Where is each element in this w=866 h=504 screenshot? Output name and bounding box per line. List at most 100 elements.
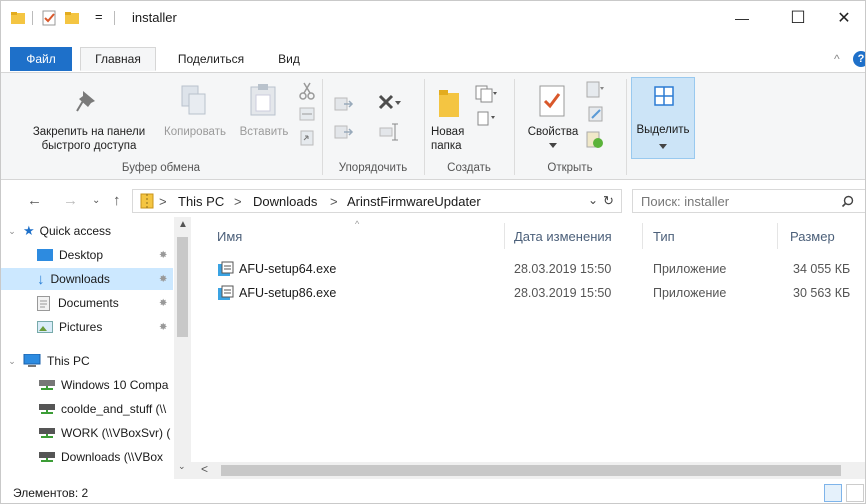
copy-icon[interactable] <box>181 85 207 117</box>
nav-item-quick-access[interactable]: ⌄ ★ Quick access <box>1 220 173 242</box>
nav-pane-scrollbar[interactable]: ▲ ⌄ <box>174 217 191 479</box>
tab-share[interactable]: Поделиться <box>167 47 255 71</box>
nav-item-downloads[interactable]: ↓ Downloads ✸ <box>1 268 173 290</box>
tab-home[interactable]: Главная <box>80 47 156 71</box>
rename-icon[interactable] <box>379 123 399 141</box>
pin-icon[interactable] <box>75 87 101 113</box>
tab-view[interactable]: Вид <box>269 47 309 71</box>
network-drive-icon <box>39 380 55 390</box>
file-row[interactable]: AFU-setup86.exe 28.03.2019 15:50 Приложе… <box>215 283 865 305</box>
edit-icon[interactable] <box>588 106 604 122</box>
pin-quick-access-button[interactable]: Закрепить на панели быстрого доступа <box>21 125 157 153</box>
close-button[interactable]: ✕ <box>821 1 865 35</box>
column-divider[interactable] <box>642 223 643 249</box>
file-name[interactable]: AFU-setup86.exe <box>239 286 336 300</box>
nav-item-network-drive[interactable]: WORK (\\VBoxSvr) ( <box>1 422 173 444</box>
nav-item-label: coolde_and_stuff (\\ <box>61 402 167 416</box>
pinned-icon: ✸ <box>159 321 168 333</box>
minimize-button[interactable]: — <box>719 1 765 35</box>
search-icon[interactable] <box>841 195 854 208</box>
column-divider[interactable] <box>504 223 505 249</box>
title-bar: = installer — ☐ ✕ <box>1 1 865 35</box>
properties-button[interactable]: Свойства <box>521 125 585 139</box>
move-to-icon[interactable] <box>334 95 354 113</box>
nav-item-label: Downloads (\\VBox <box>61 450 164 464</box>
column-divider[interactable] <box>777 223 778 249</box>
file-name[interactable]: AFU-setup64.exe <box>239 262 336 276</box>
recent-locations-icon[interactable]: ⌄ <box>92 195 100 206</box>
chevron-down-icon[interactable]: ⌄ <box>178 461 186 472</box>
nav-item-network-drive[interactable]: Windows 10 Compa <box>1 374 173 396</box>
properties-quick-icon[interactable] <box>41 10 57 26</box>
paste-button[interactable]: Вставить <box>234 125 294 139</box>
scroll-left-icon[interactable]: < <box>201 462 208 476</box>
breadcrumb-separator: > <box>330 194 338 209</box>
scroll-up-icon[interactable]: ▲ <box>178 219 188 230</box>
column-header-name[interactable]: Имя <box>217 229 242 244</box>
paste-shortcut-icon[interactable] <box>299 130 315 146</box>
chevron-down-icon[interactable]: ⌄ <box>1 356 23 367</box>
pin-label-line1: Закрепить на панели <box>32 126 146 138</box>
cut-icon[interactable] <box>297 81 317 101</box>
quick-access-customize[interactable]: = <box>95 9 103 24</box>
chevron-down-icon[interactable] <box>549 143 557 149</box>
address-bar[interactable]: > This PC > Downloads > ArinstFirmwareUp… <box>132 189 622 213</box>
title-divider <box>32 11 33 25</box>
folder-icon[interactable] <box>10 10 26 26</box>
nav-item-pictures[interactable]: Pictures ✸ <box>1 316 173 338</box>
copy-button[interactable]: Копировать <box>156 125 234 139</box>
breadcrumb-separator: > <box>234 194 242 209</box>
ribbon-collapse-button[interactable]: ^ <box>834 52 840 66</box>
properties-icon[interactable] <box>539 85 565 117</box>
file-row[interactable]: AFU-setup64.exe 28.03.2019 15:50 Приложе… <box>215 259 865 281</box>
network-drive-icon <box>39 404 55 414</box>
back-icon[interactable]: ← <box>27 192 42 209</box>
chevron-down-icon <box>659 144 667 149</box>
copy-to-icon[interactable] <box>334 123 354 141</box>
maximize-button[interactable]: ☐ <box>775 1 821 35</box>
pin-label-line2: быстрого доступа <box>41 140 137 152</box>
paste-icon[interactable] <box>249 83 277 117</box>
scrollbar-thumb[interactable] <box>221 465 841 476</box>
help-icon[interactable]: ? <box>853 51 865 67</box>
breadcrumb-this-pc[interactable]: This PC <box>178 194 224 209</box>
scrollbar-thumb[interactable] <box>177 237 188 337</box>
nav-item-network-drive[interactable]: Downloads (\\VBox <box>1 446 173 468</box>
history-icon[interactable] <box>586 131 604 149</box>
up-icon[interactable]: ↑ <box>113 192 121 209</box>
column-header-type[interactable]: Тип <box>653 229 675 244</box>
nav-item-desktop[interactable]: Desktop ✸ <box>1 244 173 266</box>
select-button[interactable]: Выделить <box>631 77 695 159</box>
new-folder-button[interactable]: Новая папка <box>431 125 481 153</box>
file-date: 28.03.2019 15:50 <box>514 286 612 300</box>
nav-item-documents[interactable]: Documents ✸ <box>1 292 173 314</box>
breadcrumb-downloads[interactable]: Downloads <box>253 194 317 209</box>
search-box[interactable]: Поиск: installer <box>632 189 865 213</box>
large-icons-view-icon[interactable] <box>846 484 864 502</box>
new-folder-quick-icon[interactable] <box>64 10 80 26</box>
forward-icon[interactable]: → <box>63 192 78 209</box>
breadcrumb-current-folder[interactable]: ArinstFirmwareUpdater <box>347 194 481 209</box>
nav-item-this-pc[interactable]: ⌄ This PC <box>1 350 173 372</box>
delete-icon[interactable] <box>377 93 401 113</box>
pinned-icon: ✸ <box>159 273 168 285</box>
column-header-size[interactable]: Размер <box>790 229 835 244</box>
open-icon[interactable] <box>586 81 604 99</box>
group-clipboard-label: Буфер обмена <box>121 162 201 174</box>
chevron-down-icon[interactable]: ⌄ <box>1 226 23 237</box>
tab-file[interactable]: Файл <box>10 47 72 71</box>
nav-item-network-drive[interactable]: coolde_and_stuff (\\ <box>1 398 173 420</box>
details-view-icon[interactable] <box>824 484 842 502</box>
address-dropdown-icon[interactable]: ⌄ <box>588 193 598 207</box>
exe-file-icon <box>218 285 234 300</box>
new-folder-label-line1: Новая <box>431 126 465 138</box>
refresh-icon[interactable]: ↻ <box>603 193 614 209</box>
column-header-date[interactable]: Дата изменения <box>514 229 612 244</box>
copy-path-icon[interactable] <box>299 106 315 122</box>
new-folder-icon[interactable] <box>438 89 462 119</box>
new-item-icon[interactable] <box>475 85 497 103</box>
search-placeholder: Поиск: installer <box>641 194 730 209</box>
window-title: installer <box>132 10 177 25</box>
file-list-horizontal-scrollbar[interactable]: < <box>191 462 865 479</box>
pinned-icon: ✸ <box>159 249 168 261</box>
